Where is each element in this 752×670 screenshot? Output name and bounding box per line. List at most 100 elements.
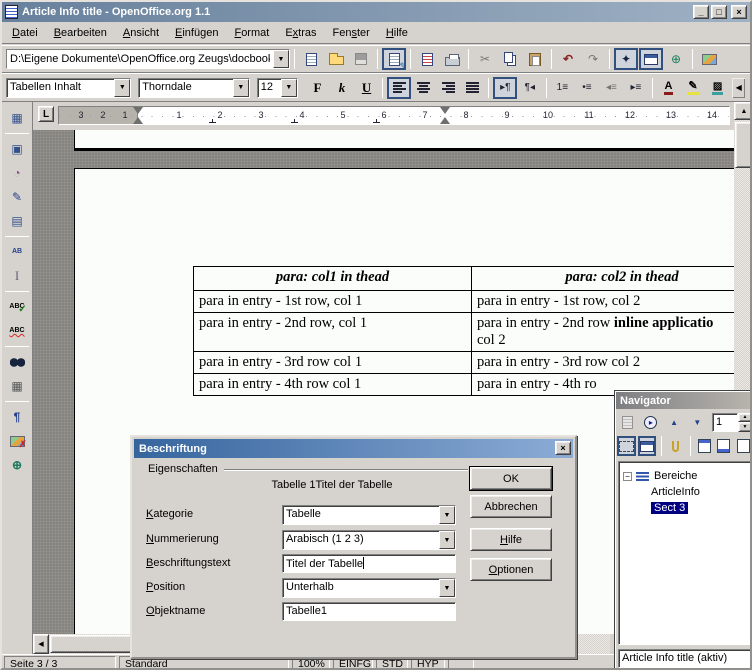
url-dropdown-icon[interactable]: ▼ [273, 50, 289, 68]
cut-button[interactable]: ✂ [473, 48, 497, 70]
paragraph-background-button[interactable]: ▨ [706, 77, 730, 99]
copy-button[interactable] [498, 48, 522, 70]
autotext-button[interactable]: AB [4, 240, 30, 264]
text-direction-rtl-button[interactable]: ¶◂ [518, 77, 542, 99]
maximize-button[interactable]: □ [711, 5, 727, 19]
menu-einfuegen[interactable]: Einfügen [167, 24, 226, 42]
margin-marker-top[interactable] [440, 107, 450, 114]
auto-spellcheck-button[interactable]: ABC [4, 319, 30, 343]
document-page-2-bottom[interactable] [74, 130, 734, 151]
insert-object-button[interactable]: ◔ [4, 161, 30, 185]
export-pdf-button[interactable] [415, 48, 439, 70]
style-dropdown-icon[interactable]: ▼ [114, 79, 130, 97]
minimize-button[interactable]: _ [693, 5, 709, 19]
nummerierung-combobox[interactable]: Arabisch (1 2 3) ▼ [282, 530, 456, 550]
redo-button[interactable]: ↷ [581, 48, 605, 70]
menu-ansicht[interactable]: Ansicht [115, 24, 167, 42]
drag-mode-button[interactable] [617, 436, 636, 456]
font-color-button[interactable]: A [657, 77, 681, 99]
horizontal-ruler[interactable]: 3 2 1 1 2 3 4 5 6 7 8 9 10 11 12 13 14 [58, 106, 730, 125]
previous-button[interactable]: ▲ [664, 412, 685, 432]
find-replace-button[interactable] [4, 350, 30, 374]
menu-datei[interactable]: Datei [4, 24, 46, 42]
close-button[interactable]: × [731, 5, 747, 19]
navigation-button[interactable]: ▸ [640, 412, 661, 432]
open-document-button[interactable] [324, 48, 348, 70]
spellcheck-button[interactable]: ABC✓ [4, 295, 30, 319]
objektname-input[interactable]: Tabelle1 [282, 602, 456, 621]
indent-marker-bottom[interactable] [133, 117, 143, 124]
scroll-left-button[interactable]: ◀ [33, 634, 49, 654]
align-right-button[interactable] [436, 77, 460, 99]
online-layout-button[interactable]: ⊕ [4, 453, 30, 477]
graphics-on-off-button[interactable]: ✗ [4, 429, 30, 453]
save-document-button[interactable] [349, 48, 373, 70]
underline-button[interactable]: U [355, 77, 379, 99]
kategorie-combobox[interactable]: Tabelle ▼ [282, 505, 456, 525]
edit-file-button[interactable]: ✎ [382, 48, 406, 70]
new-document-button[interactable] [299, 48, 323, 70]
header-button[interactable] [696, 436, 714, 456]
insert-table-button[interactable]: ▦ [4, 106, 30, 130]
url-combobox[interactable]: ▼ [6, 49, 290, 69]
insert-frame-button[interactable]: ▣ [4, 137, 30, 161]
beschriftungstext-input[interactable]: Titel der Tabelle [282, 554, 456, 573]
tree-node-bereiche[interactable]: − Bereiche [623, 468, 752, 484]
table-cell[interactable]: para in entry - 3rd row col 2 [472, 352, 735, 374]
table-cell[interactable]: para in entry - 2nd row inline applicati… [472, 313, 735, 352]
optionen-button[interactable]: Optionen [470, 558, 552, 581]
nonprinting-characters-button[interactable]: ¶ [4, 405, 30, 429]
table-cell[interactable]: para in entry - 1st row, col 1 [194, 291, 472, 313]
font-dropdown-icon[interactable]: ▼ [233, 79, 249, 97]
table-cell[interactable]: para in entry - 3rd row col 1 [194, 352, 472, 374]
text-direction-ltr-button[interactable]: ▸¶ [493, 77, 517, 99]
hilfe-button[interactable]: Hilfe [470, 528, 552, 551]
bullet-list-button[interactable]: •≡ [575, 77, 599, 99]
navigator-document-selector[interactable]: Article Info title (aktiv) [618, 649, 752, 668]
anchor-text-button[interactable] [735, 436, 752, 456]
page-spinbox[interactable]: 1 ▲▼ [712, 413, 752, 432]
draw-functions-button[interactable]: ✎ [4, 185, 30, 209]
collapse-minus-icon[interactable]: − [623, 472, 632, 481]
navigator-button[interactable]: ✦ [614, 48, 638, 70]
dialog-title-bar[interactable]: Beschriftung [134, 439, 573, 458]
position-dropdown-icon[interactable]: ▼ [439, 579, 455, 597]
abbrechen-button[interactable]: Abbrechen [470, 495, 552, 518]
navigator-toggle-button[interactable] [617, 412, 638, 432]
font-name-combobox[interactable]: Thorndale ▼ [138, 78, 250, 98]
next-button[interactable]: ▼ [687, 412, 708, 432]
table-cell[interactable]: para in entry - 4th row col 1 [194, 374, 472, 396]
menu-extras[interactable]: Extras [277, 24, 324, 42]
kategorie-dropdown-icon[interactable]: ▼ [439, 506, 455, 524]
numbered-list-button[interactable]: 1≡ [551, 77, 575, 99]
insert-fields-button[interactable]: ▤ [4, 209, 30, 233]
highlighting-button[interactable]: ✎ [681, 77, 705, 99]
tab-type-selector[interactable]: L [38, 106, 54, 122]
align-center-button[interactable] [412, 77, 436, 99]
content-view-button[interactable] [638, 436, 656, 456]
menu-fenster[interactable]: Fenster [325, 24, 378, 42]
align-justify-button[interactable] [461, 77, 485, 99]
paragraph-style-combobox[interactable]: Tabellen Inhalt ▼ [6, 78, 131, 98]
direct-cursor-button[interactable]: I [4, 264, 30, 288]
position-combobox[interactable]: Unterhalb ▼ [282, 578, 456, 598]
nummerierung-dropdown-icon[interactable]: ▼ [439, 531, 455, 549]
print-button[interactable] [440, 48, 464, 70]
italic-button[interactable]: k [330, 77, 354, 99]
footer-button[interactable] [715, 436, 733, 456]
table-cell[interactable]: para in entry - 1st row, col 2 [472, 291, 735, 313]
set-reminder-button[interactable] [667, 436, 685, 456]
align-left-button[interactable] [387, 77, 411, 99]
vertical-scroll-thumb[interactable] [735, 122, 752, 168]
ok-button[interactable]: OK [470, 467, 552, 490]
table-header-cell[interactable]: para: col1 in thead [194, 267, 472, 291]
spin-down-icon[interactable]: ▼ [738, 422, 752, 432]
status-page[interactable]: Seite 3 / 3 [4, 656, 116, 670]
menu-hilfe[interactable]: Hilfe [378, 24, 416, 42]
url-input[interactable] [7, 50, 273, 68]
tree-item-sect3[interactable]: Sect 3 [623, 500, 752, 516]
menu-bearbeiten[interactable]: Bearbeiten [46, 24, 115, 42]
indent-marker-top[interactable] [133, 107, 143, 114]
spin-up-icon[interactable]: ▲ [738, 413, 752, 423]
table-header-cell[interactable]: para: col2 in thead [472, 267, 735, 291]
